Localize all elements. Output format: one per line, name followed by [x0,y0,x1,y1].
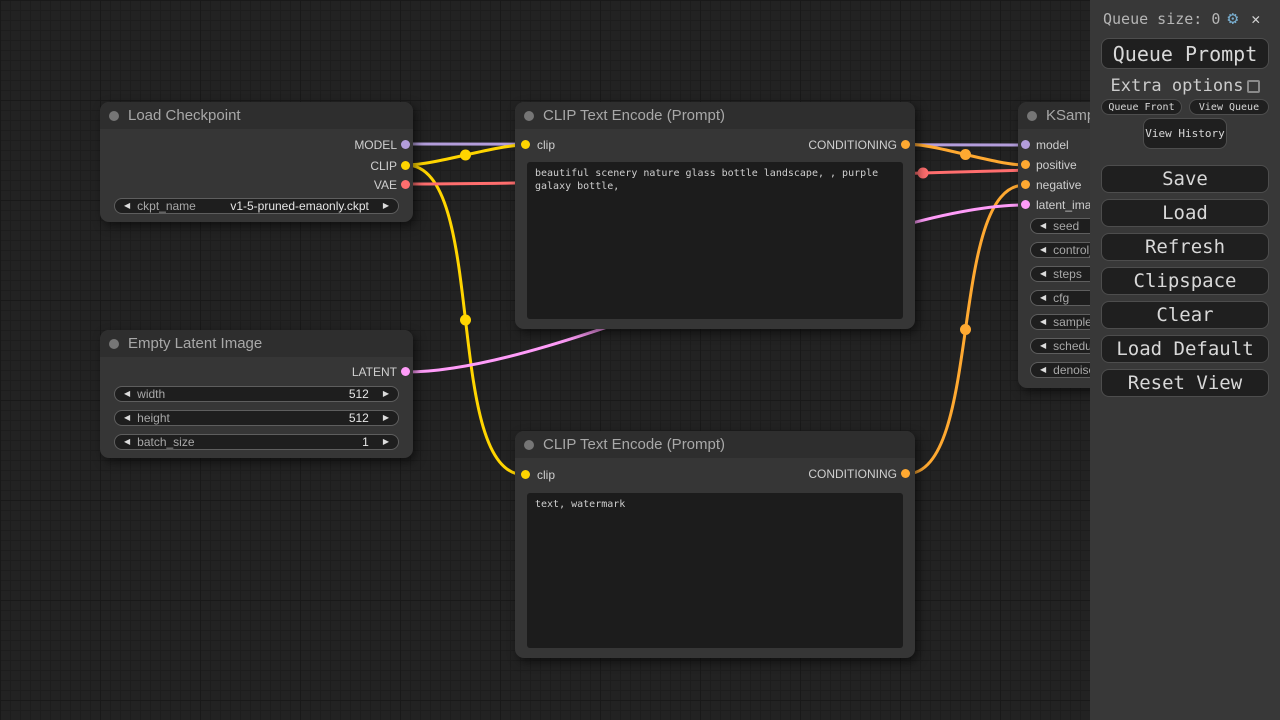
clear-button[interactable]: Clear [1101,301,1269,329]
input-dot-model[interactable] [1021,140,1030,149]
collapse-dot[interactable] [109,339,119,349]
node-graph-canvas[interactable]: Load Checkpoint MODEL CLIP VAE ◀ ckpt_na… [0,0,1280,720]
arrow-left-icon[interactable]: ◀ [1040,339,1046,353]
widget-label: batch_size [137,435,362,449]
collapse-dot[interactable] [524,440,534,450]
arrow-right-icon[interactable]: ▶ [383,199,389,213]
node-clip-text-encode-negative[interactable]: CLIP Text Encode (Prompt) clip CONDITION… [515,431,915,658]
collapse-dot[interactable] [1027,111,1037,121]
widget-value: 512 [349,387,369,401]
prompt-textarea[interactable]: beautiful scenery nature glass bottle la… [527,162,903,319]
node-title-bar[interactable]: CLIP Text Encode (Prompt) [515,102,915,129]
input-dot-clip[interactable] [521,470,530,479]
node-title-bar[interactable]: Empty Latent Image [100,330,413,357]
node-title-bar[interactable]: Load Checkpoint [100,102,413,129]
collapse-dot[interactable] [524,111,534,121]
node-title: Load Checkpoint [128,107,241,124]
collapse-dot[interactable] [109,111,119,121]
comfy-menu: Queue size: 0 ⚙ ✕ Queue Prompt Extra opt… [1090,0,1280,720]
arrow-left-icon[interactable]: ◀ [1040,219,1046,233]
refresh-button[interactable]: Refresh [1101,233,1269,261]
load-button[interactable]: Load [1101,199,1269,227]
settings-gear-icon[interactable]: ⚙ [1227,10,1238,28]
output-dot-conditioning[interactable] [901,469,910,478]
arrow-left-icon[interactable]: ◀ [1040,291,1046,305]
save-button[interactable]: Save [1101,165,1269,193]
output-dot-model[interactable] [401,140,410,149]
node-title: CLIP Text Encode (Prompt) [543,436,725,453]
negative-conditioning-link-midpoint-dot [960,324,971,335]
view-queue-button[interactable]: View Queue [1189,99,1269,115]
extra-options-row: Extra options [1090,76,1280,96]
output-label-vae: VAE [374,178,397,192]
output-label-conditioning: CONDITIONING [808,138,897,152]
arrow-left-icon[interactable]: ◀ [124,435,130,449]
clip-to-positive-link-midpoint-dot [460,150,471,161]
node-load-checkpoint[interactable]: Load Checkpoint MODEL CLIP VAE ◀ ckpt_na… [100,102,413,222]
queue-size-row: Queue size: 0 ⚙ ✕ [1103,10,1272,28]
widget-value: 1 [362,435,369,449]
reset-view-button[interactable]: Reset View [1101,369,1269,397]
height-widget[interactable]: ◀ height 512 ▶ [114,410,399,426]
extra-options-checkbox[interactable] [1247,80,1260,93]
arrow-left-icon[interactable]: ◀ [124,387,130,401]
arrow-right-icon[interactable]: ▶ [383,411,389,425]
queue-front-button[interactable]: Queue Front [1101,99,1182,115]
input-label-clip: clip [537,468,555,482]
arrow-left-icon[interactable]: ◀ [1040,363,1046,377]
widget-label: width [137,387,349,401]
queue-prompt-button[interactable]: Queue Prompt [1101,38,1269,69]
clipspace-button[interactable]: Clipspace [1101,267,1269,295]
positive-conditioning-link-midpoint-dot [960,149,971,160]
load-default-button[interactable]: Load Default [1101,335,1269,363]
queue-size-label: Queue size: 0 [1103,10,1220,28]
output-label-conditioning: CONDITIONING [808,467,897,481]
batch-size-widget[interactable]: ◀ batch_size 1 ▶ [114,434,399,450]
node-title: Empty Latent Image [128,335,262,352]
input-label-negative: negative [1036,178,1081,192]
view-history-button[interactable]: View History [1143,118,1227,149]
width-widget[interactable]: ◀ width 512 ▶ [114,386,399,402]
node-empty-latent-image[interactable]: Empty Latent Image LATENT ◀ width 512 ▶ … [100,330,413,458]
arrow-right-icon[interactable]: ▶ [383,435,389,449]
node-title: CLIP Text Encode (Prompt) [543,107,725,124]
prompt-textarea[interactable]: text, watermark [527,493,903,648]
input-label-positive: positive [1036,158,1077,172]
clip-to-negative-link-midpoint-dot [460,315,471,326]
input-label-model: model [1036,138,1069,152]
output-dot-latent[interactable] [401,367,410,376]
input-dot-positive[interactable] [1021,160,1030,169]
vae-link-midpoint-dot [918,168,929,179]
ckpt-name-widget[interactable]: ◀ ckpt_name v1-5-pruned-emaonly.ckpt ▶ [114,198,399,214]
input-dot-latent-image[interactable] [1021,200,1030,209]
arrow-right-icon[interactable]: ▶ [383,387,389,401]
output-label-latent: LATENT [352,365,397,379]
output-label-model: MODEL [354,138,397,152]
widget-label: height [137,411,349,425]
node-clip-text-encode-positive[interactable]: CLIP Text Encode (Prompt) clip CONDITION… [515,102,915,329]
output-label-clip: CLIP [370,159,397,173]
input-dot-clip[interactable] [521,140,530,149]
widget-label: ckpt_name [137,199,230,213]
arrow-left-icon[interactable]: ◀ [124,199,130,213]
extra-options-label: Extra options [1110,76,1243,96]
close-icon[interactable]: ✕ [1251,10,1260,28]
widget-value: v1-5-pruned-emaonly.ckpt [230,199,369,213]
arrow-left-icon[interactable]: ◀ [124,411,130,425]
widget-value: 512 [349,411,369,425]
output-dot-conditioning[interactable] [901,140,910,149]
node-title-bar[interactable]: CLIP Text Encode (Prompt) [515,431,915,458]
arrow-left-icon[interactable]: ◀ [1040,243,1046,257]
arrow-left-icon[interactable]: ◀ [1040,315,1046,329]
output-dot-clip[interactable] [401,161,410,170]
input-label-clip: clip [537,138,555,152]
input-dot-negative[interactable] [1021,180,1030,189]
arrow-left-icon[interactable]: ◀ [1040,267,1046,281]
output-dot-vae[interactable] [401,180,410,189]
